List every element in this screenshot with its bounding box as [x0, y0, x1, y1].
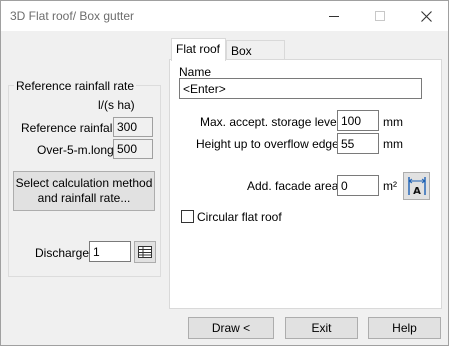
circular-flat-roof-label: Circular flat roof — [197, 210, 282, 224]
title-bar: 3D Flat roof/ Box gutter — [1, 1, 448, 31]
close-icon — [420, 10, 432, 22]
close-button[interactable] — [403, 1, 449, 31]
max-storage-field[interactable]: 100 — [337, 110, 379, 131]
overflow-field[interactable]: 55 — [337, 133, 379, 154]
facade-dimension-icon: A — [407, 177, 426, 196]
facade-field[interactable]: 0 — [337, 175, 379, 196]
maximize-button[interactable] — [357, 1, 403, 31]
exit-button[interactable]: Exit — [285, 317, 358, 339]
reference-rainfall-label: Reference rainfall — [21, 121, 116, 135]
draw-button[interactable]: Draw < — [188, 317, 274, 339]
max-storage-unit: mm — [383, 115, 403, 129]
dialog-window: 3D Flat roof/ Box gutter Reference rainf… — [0, 0, 449, 346]
tab-flat-roof[interactable]: Flat roof — [171, 38, 226, 61]
discharge-label: Discharge — [35, 246, 90, 260]
max-storage-label: Max. accept. storage level — [200, 115, 340, 129]
circular-flat-roof-checkbox[interactable] — [181, 210, 194, 223]
minimize-icon — [329, 15, 339, 17]
over5-label: Over-5-m.long — [37, 143, 114, 157]
overflow-unit: mm — [383, 137, 403, 151]
svg-text:A: A — [413, 186, 421, 196]
name-label: Name — [179, 65, 212, 79]
over5-field[interactable]: 500 — [113, 139, 153, 159]
reference-rainfall-group-title: Reference rainfall rate — [14, 79, 137, 93]
discharge-field[interactable]: 1 — [89, 241, 131, 262]
maximize-icon — [375, 11, 385, 21]
help-button[interactable]: Help — [368, 317, 441, 339]
facade-label: Add. facade area — [247, 179, 339, 193]
tab-box-gutter[interactable]: Box gutter — [226, 40, 285, 72]
window-title: 3D Flat roof/ Box gutter — [10, 9, 135, 23]
reference-rainfall-field[interactable]: 300 — [113, 117, 153, 137]
name-field[interactable]: <Enter> — [179, 78, 422, 99]
overflow-label: Height up to overflow edge — [196, 137, 339, 151]
rainfall-unit-label: l/(s ha) — [98, 98, 135, 112]
facade-unit: m² — [383, 179, 397, 193]
discharge-table-button[interactable] — [134, 241, 156, 263]
select-calculation-method-button[interactable]: Select calculation method and rainfall r… — [13, 171, 155, 211]
table-icon — [138, 246, 152, 258]
minimize-button[interactable] — [311, 1, 357, 31]
facade-dimension-button[interactable]: A — [403, 172, 430, 200]
